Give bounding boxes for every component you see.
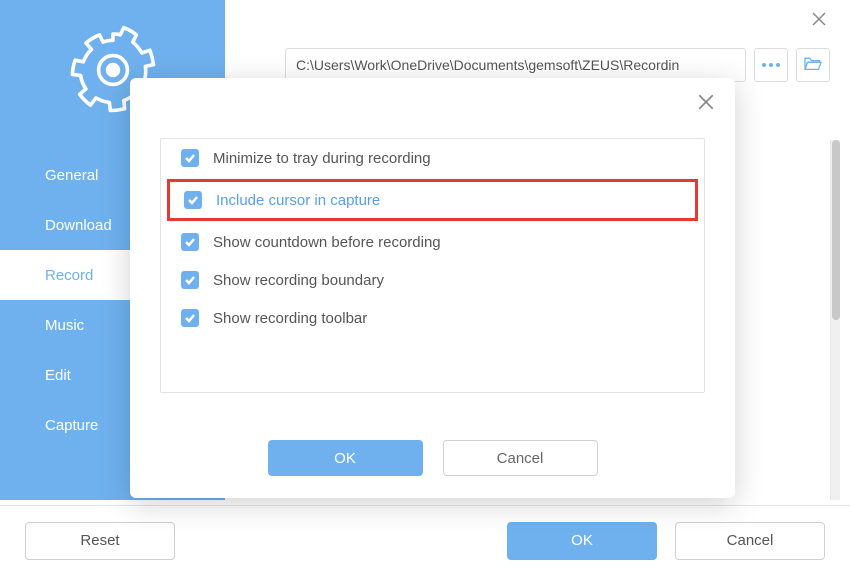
checkbox-checked-icon[interactable] [181, 271, 199, 289]
modal-ok-button[interactable]: OK [268, 440, 423, 476]
checkbox-checked-icon[interactable] [181, 149, 199, 167]
scrollbar-thumb[interactable] [832, 140, 840, 320]
ellipsis-icon [762, 63, 780, 67]
sidebar-item-label: General [45, 167, 98, 184]
options-box: Minimize to tray during recording Includ… [160, 138, 705, 393]
ok-button[interactable]: OK [507, 522, 657, 560]
window-close-button[interactable] [808, 10, 830, 32]
cancel-button[interactable]: Cancel [675, 522, 825, 560]
checkbox-checked-icon[interactable] [184, 191, 202, 209]
option-label: Show recording boundary [213, 272, 384, 289]
option-minimize-to-tray[interactable]: Minimize to tray during recording [161, 139, 704, 177]
checkbox-checked-icon[interactable] [181, 233, 199, 251]
option-include-cursor[interactable]: Include cursor in capture [167, 179, 698, 221]
sidebar-item-label: Music [45, 317, 84, 334]
bottom-right-group: OK Cancel [507, 522, 825, 560]
option-label: Show countdown before recording [213, 234, 441, 251]
option-label: Show recording toolbar [213, 310, 367, 327]
sidebar-item-label: Capture [45, 417, 98, 434]
output-path-input[interactable]: C:\Users\Work\OneDrive\Documents\gemsoft… [285, 48, 746, 82]
close-icon [811, 11, 827, 32]
sidebar-item-label: Record [45, 267, 93, 284]
sidebar-item-label: Edit [45, 367, 71, 384]
modal-cancel-button[interactable]: Cancel [443, 440, 598, 476]
option-label: Include cursor in capture [216, 192, 380, 209]
bottom-bar: Reset OK Cancel [0, 505, 850, 575]
option-show-countdown[interactable]: Show countdown before recording [161, 223, 704, 261]
modal-close-button[interactable] [695, 93, 717, 115]
browse-folder-button[interactable] [796, 48, 830, 82]
option-show-toolbar[interactable]: Show recording toolbar [161, 299, 704, 337]
app-window: General Download Record Music Edit Captu… [0, 0, 850, 575]
record-options-modal: Minimize to tray during recording Includ… [130, 78, 735, 498]
sidebar-item-label: Download [45, 217, 112, 234]
path-more-button[interactable] [754, 48, 788, 82]
option-show-boundary[interactable]: Show recording boundary [161, 261, 704, 299]
option-label: Minimize to tray during recording [213, 150, 431, 167]
checkbox-checked-icon[interactable] [181, 309, 199, 327]
close-icon [697, 93, 715, 116]
reset-button[interactable]: Reset [25, 522, 175, 560]
output-path-row: C:\Users\Work\OneDrive\Documents\gemsoft… [285, 48, 830, 82]
modal-button-row: OK Cancel [130, 440, 735, 476]
scrollbar[interactable] [830, 140, 840, 500]
folder-open-icon [803, 55, 823, 76]
